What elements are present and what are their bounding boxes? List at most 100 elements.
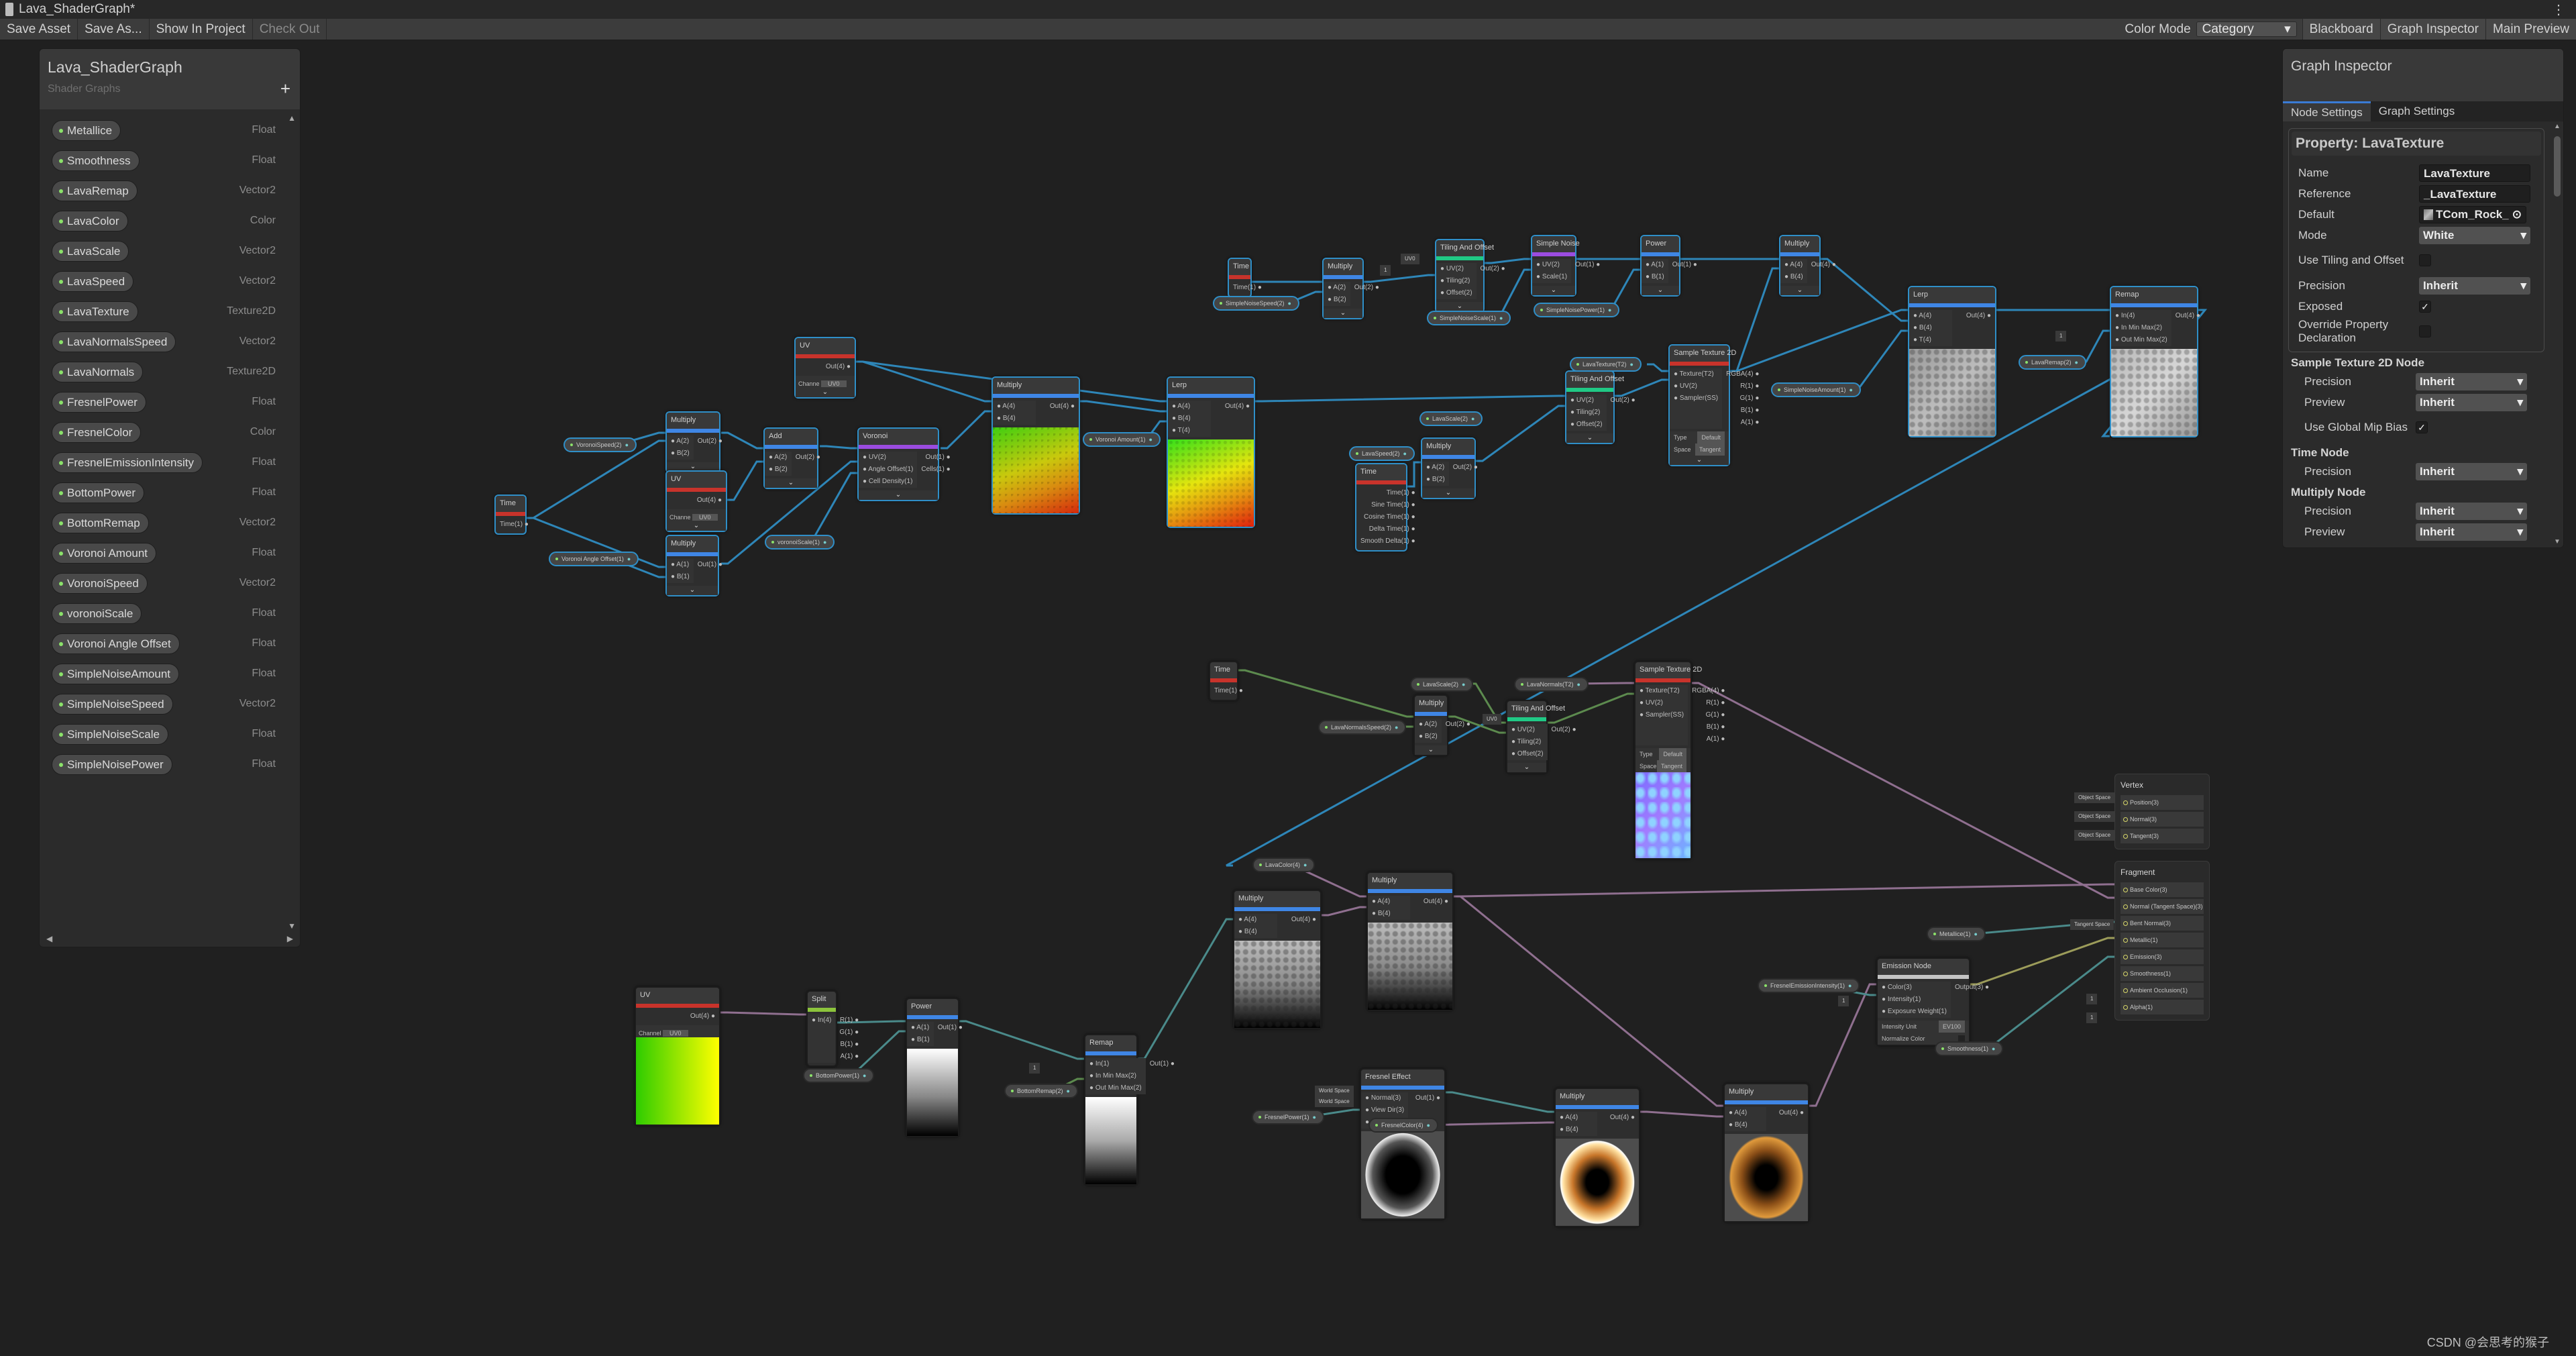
- object-picker-icon[interactable]: ⊙: [2512, 208, 2522, 221]
- property-node-voronoi-speed[interactable]: VoronoiSpeed(2) ●: [564, 437, 637, 452]
- node-simple-noise[interactable]: Simple Noise ● UV(2) ● Scale(1) Out(1) ● ⌄: [1531, 235, 1600, 297]
- node-tile-lava[interactable]: Tiling And Offset ● UV(2) ● Tiling(2) ● Off…: [1565, 370, 1635, 444]
- input-port[interactable]: ● B(2): [1422, 474, 1449, 486]
- input-port[interactable]: ● A(4): [1780, 259, 1807, 271]
- expand-chevron-icon[interactable]: ⌄: [1780, 286, 1819, 295]
- property-pill[interactable]: LavaSpeed: [52, 271, 134, 292]
- property-pill[interactable]: Metallice: [52, 120, 121, 141]
- output-port-icon[interactable]: ●: [823, 539, 826, 545]
- property-pill[interactable]: LavaRemap: [52, 180, 138, 201]
- space-dropdown[interactable]: Tangent: [1695, 444, 1725, 456]
- input-port[interactable]: ● A(4): [1234, 914, 1277, 926]
- expand-chevron-icon[interactable]: ⌄: [1507, 763, 1546, 772]
- output-port-icon[interactable]: ●: [1630, 361, 1633, 368]
- input-port[interactable]: ● Tiling(2): [1436, 275, 1477, 287]
- node-mul-vor[interactable]: Multiply ● A(4) ● B(4) Out(4) ●: [991, 376, 1080, 515]
- output-port-icon[interactable]: ●: [1149, 436, 1152, 443]
- property-node-fresnel-power[interactable]: FresnelPower(1) ●: [1252, 1110, 1324, 1125]
- property-node-simple-noise-power[interactable]: SimpleNoisePower(1) ●: [1534, 303, 1620, 317]
- in-min-max-inline-value[interactable]: 1: [2055, 331, 2067, 342]
- channel-dropdown[interactable]: UV0: [692, 514, 718, 521]
- input-port[interactable]: ● Texture(T2): [1670, 368, 1722, 380]
- input-port[interactable]: ● UV(2): [1635, 697, 1688, 709]
- input-port[interactable]: ● B(4): [1556, 1124, 1597, 1136]
- input-port[interactable]: ● A(4): [1556, 1112, 1597, 1124]
- node-time1[interactable]: Time Time(1) ●: [494, 494, 529, 535]
- property-pill[interactable]: LavaTexture: [52, 301, 138, 322]
- node-split[interactable]: Split ● In(4) R(1) ● G(1) ● B(1) ● A(1) ●: [806, 990, 859, 1067]
- time-precision-dropdown[interactable]: Inherit ▾: [2416, 462, 2527, 480]
- output-port[interactable]: Out(2) ●: [1449, 462, 1482, 474]
- output-port[interactable]: Out(4) ●: [636, 1010, 719, 1023]
- property-node-lava-remap[interactable]: LavaRemap(2) ●: [2019, 355, 2086, 370]
- output-port-icon[interactable]: ●: [1992, 1045, 1995, 1052]
- input-port[interactable]: ● In(1): [1085, 1058, 1146, 1070]
- expand-chevron-icon[interactable]: ⌄: [765, 478, 817, 488]
- property-node-lava-speed[interactable]: LavaSpeed(2) ●: [1349, 446, 1415, 461]
- expand-chevron-icon[interactable]: ⌄: [859, 490, 938, 500]
- precision-dropdown[interactable]: Inherit ▾: [2419, 276, 2530, 295]
- input-port[interactable]: ● A(4): [1909, 310, 1952, 322]
- node-mul-f[interactable]: Multiply ● A(4) ● B(4) Out(4) ●: [1554, 1088, 1640, 1227]
- input-port[interactable]: ● Angle Offset(1): [859, 464, 917, 476]
- input-port[interactable]: ● T(4): [1168, 425, 1211, 437]
- output-port[interactable]: Output(3) ●: [1951, 982, 1993, 994]
- output-port[interactable]: Out(1) ●: [1571, 259, 1604, 271]
- input-port[interactable]: ● Color(3): [1878, 982, 1951, 994]
- property-pill[interactable]: Voronoi Amount: [52, 543, 157, 564]
- output-port-icon[interactable]: ●: [1471, 415, 1474, 422]
- fragment-port[interactable]: Base Color(3): [2121, 882, 2204, 897]
- property-node-lava-normals[interactable]: LavaNormals(T2) ●: [1514, 677, 1589, 692]
- expand-chevron-icon[interactable]: ⌄: [667, 586, 718, 595]
- st-preview-dropdown[interactable]: Inherit ▾: [2416, 393, 2527, 411]
- input-port[interactable]: ● In(4): [808, 1014, 835, 1027]
- output-port-icon[interactable]: ●: [1288, 300, 1291, 307]
- horizontal-scrollbar[interactable]: ◀ ▶: [42, 933, 297, 944]
- property-node-voronoi-angle[interactable]: Voronoi Angle Offset(1) ●: [549, 552, 639, 566]
- output-port[interactable]: G(1) ●: [1688, 709, 1729, 721]
- output-port-icon[interactable]: ●: [1974, 931, 1978, 937]
- scroll-up-icon[interactable]: ▲: [2554, 123, 2561, 130]
- input-port[interactable]: ● B(4): [1909, 322, 1952, 334]
- node-mul-final[interactable]: Multiply ● A(4) ● B(4) Out(4) ●: [1723, 1083, 1809, 1222]
- output-port-icon[interactable]: ●: [1313, 1114, 1316, 1120]
- fragment-port[interactable]: Bent Normal(3): [2121, 916, 2204, 931]
- output-port[interactable]: R(1) ●: [1688, 697, 1729, 709]
- output-port[interactable]: G(1) ●: [835, 1027, 863, 1039]
- output-port[interactable]: Out(4) ●: [1036, 401, 1079, 413]
- input-port[interactable]: ● B(4): [1168, 413, 1211, 425]
- output-port[interactable]: A(1) ●: [1688, 733, 1729, 745]
- channel-dropdown[interactable]: UV0: [821, 380, 847, 387]
- node-voronoi[interactable]: Voronoi ● UV(2) ● Angle Offset(1) ● Cell De…: [857, 427, 951, 501]
- output-port[interactable]: Out(4) ●: [1410, 896, 1452, 908]
- input-port[interactable]: ● Out Min Max(2): [1085, 1082, 1146, 1094]
- expand-chevron-icon[interactable]: ⌄: [1436, 302, 1483, 311]
- input-port[interactable]: ● UV(2): [1436, 263, 1477, 275]
- node-remap-b[interactable]: Remap ● In(1) ● In Min Max(2) ● Out Min Max…: [1084, 1034, 1175, 1186]
- node-time-n[interactable]: Time Time(1) ●: [1209, 661, 1243, 701]
- inspector-scrollbar[interactable]: ▲ ▼: [2554, 123, 2561, 545]
- node-uv-top[interactable]: UV Out(4) ● Channe UV0 ⌄: [794, 337, 856, 399]
- scroll-up-icon[interactable]: ▲: [288, 113, 296, 123]
- type-dropdown[interactable]: Default: [1697, 431, 1725, 444]
- input-port[interactable]: ● Sampler(SS): [1635, 709, 1688, 721]
- input-port[interactable]: ● A(2): [1422, 462, 1449, 474]
- input-port[interactable]: ● Offset(2): [1436, 287, 1477, 299]
- property-node-smoothness[interactable]: Smoothness(1) ●: [1935, 1041, 2004, 1056]
- output-port[interactable]: R(1) ●: [1722, 380, 1763, 393]
- tab-node-settings[interactable]: Node Settings: [2283, 101, 2371, 121]
- property-node-simple-noise-amount[interactable]: SimpleNoiseAmount(1) ●: [1771, 382, 1861, 397]
- node-mul-b[interactable]: Multiply ● A(4) ● B(4) Out(4) ●: [1233, 890, 1322, 1029]
- node-remap-lava[interactable]: Remap ● In(4) ● In Min Max(2) ● Out Min Max…: [2110, 286, 2200, 437]
- output-port[interactable]: Out(4) ●: [1952, 310, 1995, 322]
- expand-chevron-icon[interactable]: ⌄: [1532, 286, 1575, 295]
- in-min-max-inline-value[interactable]: 1: [1029, 1063, 1040, 1074]
- input-port[interactable]: ● In Min Max(2): [1085, 1070, 1146, 1082]
- fragment-port[interactable]: Normal (Tangent Space)(3): [2121, 899, 2204, 914]
- output-port[interactable]: Time(1) ●: [1229, 282, 1266, 294]
- node-tile-sn[interactable]: Tiling And Offset ● UV(2) ● Tiling(2) ● Off…: [1435, 239, 1505, 313]
- node-sample-n[interactable]: Sample Texture 2D ● Texture(T2) ● UV(2) ● S…: [1634, 661, 1725, 859]
- input-port[interactable]: ● B(4): [1234, 926, 1277, 938]
- input-port[interactable]: ● View Dir(3): [1361, 1104, 1408, 1116]
- output-port[interactable]: Out(4) ●: [667, 494, 726, 507]
